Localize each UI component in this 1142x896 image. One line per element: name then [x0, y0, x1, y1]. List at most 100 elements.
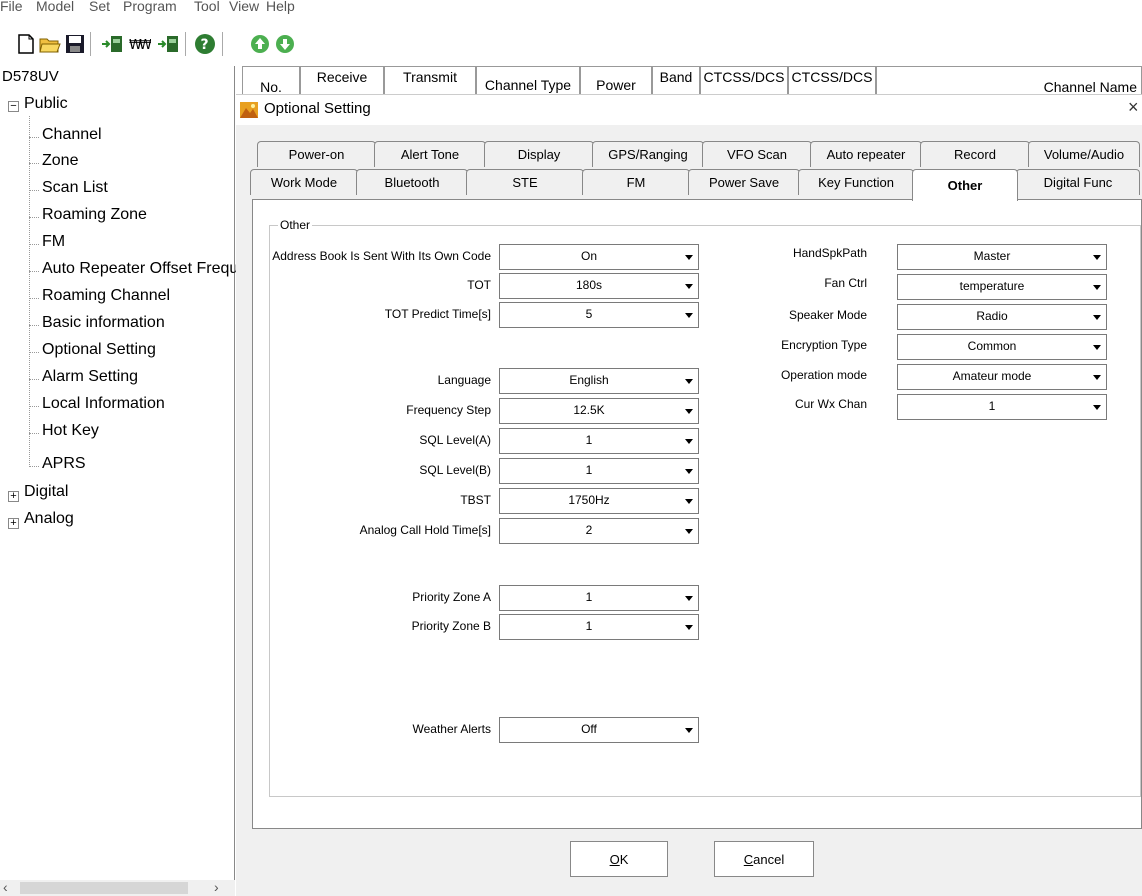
- tree-item-roaming-zone[interactable]: Roaming Zone: [42, 206, 147, 224]
- menu-file[interactable]: File: [0, 0, 23, 14]
- column-header-ctcss-dcs-tx[interactable]: CTCSS/DCS: [788, 66, 876, 96]
- menu-set[interactable]: Set: [89, 0, 110, 14]
- save-icon[interactable]: [63, 32, 87, 56]
- tab-display[interactable]: Display: [484, 141, 594, 167]
- tab-fm[interactable]: FM: [582, 169, 690, 195]
- tree-item-optional-setting[interactable]: Optional Setting: [42, 341, 156, 359]
- chevron-down-icon[interactable]: [680, 274, 698, 298]
- tree-item-roaming-channel[interactable]: Roaming Channel: [42, 287, 170, 305]
- expand-icon[interactable]: +: [8, 518, 19, 529]
- read-from-radio-icon[interactable]: [100, 32, 124, 56]
- tree-item-scan-list[interactable]: Scan List: [42, 179, 108, 197]
- tree-item-public[interactable]: Public: [24, 95, 68, 113]
- fan-ctrl-select[interactable]: temperature: [897, 274, 1107, 300]
- menu-help[interactable]: Help: [266, 0, 295, 14]
- chevron-down-icon[interactable]: [1088, 305, 1106, 329]
- tab-other[interactable]: Other: [912, 169, 1018, 201]
- download-icon[interactable]: [273, 32, 297, 56]
- tree-item-aprs[interactable]: APRS: [42, 455, 86, 473]
- chevron-down-icon[interactable]: [1088, 395, 1106, 419]
- tree-item-analog[interactable]: Analog: [24, 510, 74, 528]
- tree-item-zone[interactable]: Zone: [42, 152, 78, 170]
- chevron-down-icon[interactable]: [680, 489, 698, 513]
- priority-zone-b-select[interactable]: 1: [499, 614, 699, 640]
- tree-item-channel[interactable]: Channel: [42, 126, 102, 144]
- upload-icon[interactable]: [248, 32, 272, 56]
- tree-item-basic-information[interactable]: Basic information: [42, 314, 165, 332]
- priority-zone-a-select[interactable]: 1: [499, 585, 699, 611]
- scrollbar-thumb[interactable]: [20, 882, 188, 894]
- chevron-down-icon[interactable]: [680, 718, 698, 742]
- tab-record[interactable]: Record: [920, 141, 1030, 167]
- chevron-down-icon[interactable]: [1088, 365, 1106, 389]
- menu-tool[interactable]: Tool: [194, 0, 220, 14]
- expand-icon[interactable]: +: [8, 491, 19, 502]
- open-icon[interactable]: [38, 32, 62, 56]
- chevron-down-icon[interactable]: [680, 615, 698, 639]
- language-select[interactable]: English: [499, 368, 699, 394]
- dialog-titlebar[interactable]: Optional Setting ×: [236, 95, 1142, 125]
- chevron-down-icon[interactable]: [680, 519, 698, 543]
- cur-wx-chan-select[interactable]: 1: [897, 394, 1107, 420]
- scroll-right-icon[interactable]: ›: [214, 879, 219, 895]
- write-to-radio-icon[interactable]: [156, 32, 180, 56]
- sql-level-a-select[interactable]: 1: [499, 428, 699, 454]
- menu-program[interactable]: Program: [123, 0, 177, 14]
- tab-vfo-scan[interactable]: VFO Scan: [702, 141, 812, 167]
- chevron-down-icon[interactable]: [680, 369, 698, 393]
- column-header-channel-name[interactable]: Channel Name: [876, 66, 1142, 96]
- chevron-down-icon[interactable]: [1088, 245, 1106, 269]
- new-icon[interactable]: [14, 32, 38, 56]
- close-icon[interactable]: ×: [1128, 97, 1139, 118]
- column-header-no[interactable]: No.: [242, 66, 300, 96]
- tab-volume-audio[interactable]: Volume/Audio: [1028, 141, 1140, 167]
- tab-alert-tone[interactable]: Alert Tone: [374, 141, 486, 167]
- chevron-down-icon[interactable]: [680, 399, 698, 423]
- column-header-transmit[interactable]: Transmit: [384, 66, 476, 96]
- chevron-down-icon[interactable]: [680, 303, 698, 327]
- scroll-left-icon[interactable]: ‹: [3, 879, 8, 895]
- column-header-receive[interactable]: Receive: [300, 66, 384, 96]
- weather-alerts-select[interactable]: Off: [499, 717, 699, 743]
- tree-item-hot-key[interactable]: Hot Key: [42, 422, 99, 440]
- tree-item-digital[interactable]: Digital: [24, 483, 68, 501]
- tot-select[interactable]: 180s: [499, 273, 699, 299]
- tree-item-fm[interactable]: FM: [42, 233, 65, 251]
- hand-spk-path-select[interactable]: Master: [897, 244, 1107, 270]
- chevron-down-icon[interactable]: [680, 245, 698, 269]
- ok-button[interactable]: OK: [570, 841, 668, 877]
- tab-gps-ranging[interactable]: GPS/Ranging: [592, 141, 704, 167]
- tree-item-local-information[interactable]: Local Information: [42, 395, 165, 413]
- chevron-down-icon[interactable]: [1088, 275, 1106, 299]
- menu-view[interactable]: View: [229, 0, 259, 14]
- tree-horizontal-scrollbar[interactable]: ‹ ›: [0, 879, 235, 896]
- speaker-mode-select[interactable]: Radio: [897, 304, 1107, 330]
- frequency-icon[interactable]: ₩ ₩: [128, 32, 152, 56]
- operation-mode-select[interactable]: Amateur mode: [897, 364, 1107, 390]
- analog-call-hold-time-select[interactable]: 2: [499, 518, 699, 544]
- encryption-type-select[interactable]: Common: [897, 334, 1107, 360]
- tree-item-alarm-setting[interactable]: Alarm Setting: [42, 368, 138, 386]
- sql-level-b-select[interactable]: 1: [499, 458, 699, 484]
- column-header-ctcss-dcs-rx[interactable]: CTCSS/DCS: [700, 66, 788, 96]
- tab-work-mode[interactable]: Work Mode: [250, 169, 358, 195]
- tab-digital-func[interactable]: Digital Func: [1016, 169, 1140, 195]
- collapse-icon[interactable]: −: [8, 101, 19, 112]
- chevron-down-icon[interactable]: [680, 459, 698, 483]
- help-icon[interactable]: ?: [193, 32, 217, 56]
- tree-item-auto-repeater-offset[interactable]: Auto Repeater Offset Frequer: [42, 260, 252, 278]
- chevron-down-icon[interactable]: [680, 586, 698, 610]
- column-header-channel-type[interactable]: Channel Type: [476, 66, 580, 96]
- tab-ste[interactable]: STE: [466, 169, 584, 195]
- column-header-power[interactable]: Power: [580, 66, 652, 96]
- menu-model[interactable]: Model: [36, 0, 74, 14]
- frequency-step-select[interactable]: 12.5K: [499, 398, 699, 424]
- tab-power-save[interactable]: Power Save: [688, 169, 800, 195]
- tab-key-function[interactable]: Key Function: [798, 169, 914, 195]
- cancel-button[interactable]: Cancel: [714, 841, 814, 877]
- tab-bluetooth[interactable]: Bluetooth: [356, 169, 468, 195]
- chevron-down-icon[interactable]: [680, 429, 698, 453]
- tree-root[interactable]: D578UV: [2, 68, 59, 85]
- chevron-down-icon[interactable]: [1088, 335, 1106, 359]
- column-header-band[interactable]: Band: [652, 66, 700, 96]
